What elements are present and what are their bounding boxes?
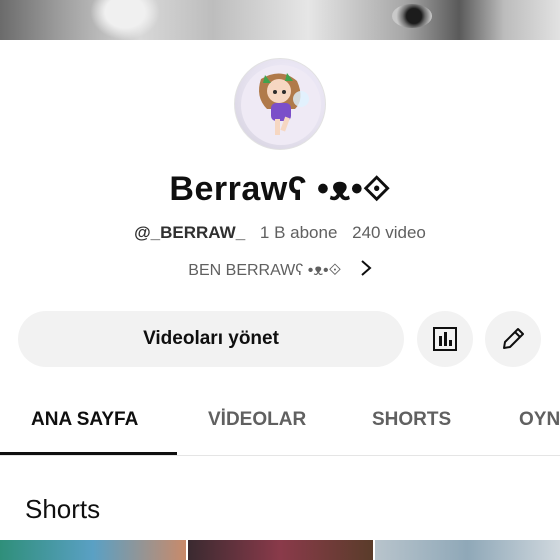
active-tab-indicator bbox=[0, 452, 177, 455]
tab-videos[interactable]: VİDEOLAR bbox=[208, 384, 306, 456]
edit-channel-button[interactable] bbox=[485, 311, 541, 367]
channel-banner bbox=[0, 0, 560, 40]
video-count: 240 video bbox=[352, 223, 426, 242]
avatar-character-icon bbox=[241, 65, 321, 145]
channel-description: BEN BERRAWʕ •ᴥ•⟐ bbox=[188, 262, 342, 279]
channel-description-row[interactable]: BEN BERRAWʕ •ᴥ•⟐ bbox=[0, 259, 560, 283]
channel-name: Berrawʕ •ᴥ•⟐ bbox=[169, 170, 391, 208]
shorts-section-title: Shorts bbox=[25, 494, 101, 524]
bar-chart-icon bbox=[433, 327, 457, 351]
tab-shorts[interactable]: SHORTS bbox=[372, 384, 451, 456]
pencil-icon bbox=[503, 328, 524, 349]
channel-handle: @_BERRAW_ bbox=[134, 223, 246, 242]
shorts-thumbnails bbox=[0, 540, 560, 560]
subscriber-count: 1 B abone bbox=[259, 223, 338, 242]
channel-tabs: ANA SAYFA VİDEOLAR SHORTS OYN bbox=[0, 384, 560, 456]
analytics-button[interactable] bbox=[417, 311, 473, 367]
banner-cat-eye bbox=[392, 4, 432, 28]
tab-home[interactable]: ANA SAYFA bbox=[31, 384, 138, 456]
channel-avatar[interactable] bbox=[234, 58, 326, 150]
shorts-thumbnail[interactable] bbox=[0, 540, 186, 560]
shorts-thumbnail[interactable] bbox=[375, 540, 560, 560]
shorts-thumbnail[interactable] bbox=[188, 540, 373, 560]
chevron-right-icon bbox=[360, 259, 372, 283]
channel-meta: @_BERRAW_ 1 B abone 240 video bbox=[0, 223, 560, 243]
banner-highlight bbox=[90, 0, 160, 40]
manage-videos-button[interactable]: Videoları yönet bbox=[18, 311, 404, 367]
tab-playlists[interactable]: OYN bbox=[519, 384, 560, 456]
